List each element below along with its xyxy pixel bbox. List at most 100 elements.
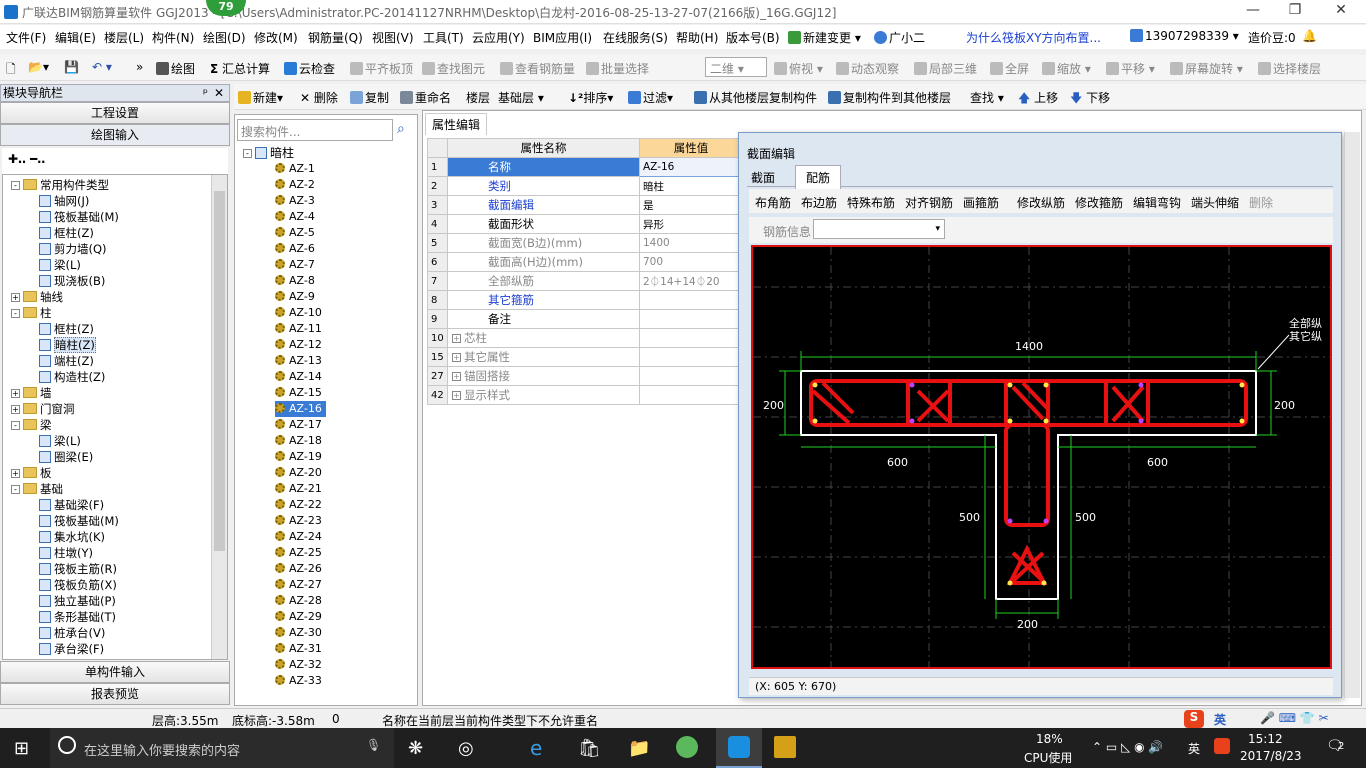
component-item[interactable]: AZ-12 xyxy=(275,337,326,353)
nav-item[interactable]: 基础梁(F) xyxy=(39,497,104,513)
component-item[interactable]: AZ-1 xyxy=(275,161,319,177)
move-down-button[interactable]: 🡇 下移 xyxy=(1070,89,1110,110)
property-row[interactable]: 27 + 锚固搭接 xyxy=(427,366,743,386)
property-value[interactable] xyxy=(639,290,743,310)
cloud-check-button[interactable]: 云检查 xyxy=(284,60,335,77)
component-item[interactable]: AZ-9 xyxy=(275,289,319,305)
section-tool-button[interactable]: 布角筋 xyxy=(755,194,791,211)
property-row[interactable]: 4 截面形状 异形 xyxy=(427,214,743,234)
nav-item[interactable]: 暗柱(Z) xyxy=(39,337,96,353)
property-value[interactable]: AZ-16 xyxy=(639,157,743,177)
app-green-icon[interactable] xyxy=(676,736,698,758)
nav-item[interactable]: 桩承台(V) xyxy=(39,625,105,641)
expand-toggle-icon[interactable]: - xyxy=(11,181,20,190)
component-item[interactable]: AZ-22 xyxy=(275,497,326,513)
component-item[interactable]: AZ-7 xyxy=(275,257,319,273)
property-row[interactable]: 1 名称 AZ-16 xyxy=(427,157,743,177)
nav-folder[interactable]: - 基础 xyxy=(11,481,63,497)
component-item[interactable]: AZ-31 xyxy=(275,641,326,657)
section-tool-button[interactable]: 删除 xyxy=(1249,194,1273,211)
property-row[interactable]: 15 + 其它属性 xyxy=(427,347,743,367)
dynamic-view-button[interactable]: 动态观察 xyxy=(836,60,899,77)
property-row[interactable]: 6 截面高(H边)(mm) 700 xyxy=(427,252,743,272)
sort-button[interactable]: ↓²排序▾ xyxy=(568,89,613,106)
menu-edit[interactable]: 编辑(E) xyxy=(55,29,96,46)
component-item[interactable]: AZ-29 xyxy=(275,609,326,625)
copy-from-floor-button[interactable]: 从其他楼层复制构件 xyxy=(694,89,817,106)
pan-button[interactable]: 平移 ▾ xyxy=(1106,60,1155,77)
open-file-icon[interactable]: 📂▾ xyxy=(28,60,49,74)
nav-item[interactable]: 条形基础(T) xyxy=(39,609,116,625)
file-explorer-icon[interactable]: 📁 xyxy=(628,738,650,759)
property-row[interactable]: 5 截面宽(B边)(mm) 1400 xyxy=(427,233,743,253)
nav-item[interactable]: 剪力墙(Q) xyxy=(39,241,107,257)
nav-item[interactable]: 轴网(J) xyxy=(39,193,89,209)
collapse-all-icon[interactable]: ━‥ xyxy=(30,152,45,166)
nav-item[interactable]: 承台梁(F) xyxy=(39,641,104,657)
ime-lang[interactable]: 英 xyxy=(1214,711,1226,728)
save-icon[interactable]: 💾 xyxy=(64,60,79,74)
nav-item[interactable]: 梁(L) xyxy=(39,257,81,273)
menu-floor[interactable]: 楼层(L) xyxy=(104,29,144,46)
component-item[interactable]: AZ-27 xyxy=(275,577,326,593)
view-rebar-button[interactable]: 查看钢筋量 xyxy=(500,60,575,77)
nav-tree-scrollbar[interactable] xyxy=(211,175,227,659)
menu-bim[interactable]: BIM应用(I) xyxy=(533,29,592,46)
component-item[interactable]: AZ-2 xyxy=(275,177,319,193)
menu-view[interactable]: 视图(V) xyxy=(372,29,414,46)
search-icon[interactable]: ⌕ xyxy=(397,121,405,137)
dialog-scrollbar[interactable] xyxy=(1344,132,1360,698)
property-value[interactable]: 2⏀14+14⏀20 xyxy=(639,271,743,291)
menu-version[interactable]: 版本号(B) xyxy=(726,29,780,46)
expand-toggle-icon[interactable]: - xyxy=(243,149,252,158)
tray-sogou-icon[interactable] xyxy=(1214,738,1230,754)
property-row[interactable]: 3 截面编辑 是 xyxy=(427,195,743,215)
section-tool-button[interactable]: 修改箍筋 xyxy=(1075,194,1123,211)
clock-date[interactable]: 2017/8/23 xyxy=(1240,749,1302,763)
expand-toggle-icon[interactable]: + xyxy=(452,391,461,400)
tab-rebar[interactable]: 配筋 xyxy=(795,165,842,189)
select-floor-button[interactable]: 选择楼层 xyxy=(1258,60,1321,77)
section-tool-button[interactable]: 画箍筋 xyxy=(963,194,999,211)
project-settings-button[interactable]: 工程设置 xyxy=(0,102,230,124)
component-item[interactable]: AZ-21 xyxy=(275,481,326,497)
menu-online[interactable]: 在线服务(S) xyxy=(603,29,668,46)
nav-folder[interactable]: + 板 xyxy=(11,465,52,481)
component-item[interactable]: AZ-4 xyxy=(275,209,319,225)
property-row[interactable]: 2 类别 暗柱 xyxy=(427,176,743,196)
property-row[interactable]: 8 其它箍筋 xyxy=(427,290,743,310)
single-component-button[interactable]: 单构件输入 xyxy=(0,661,230,683)
property-value[interactable] xyxy=(639,328,743,348)
component-item[interactable]: AZ-16 xyxy=(275,401,326,417)
nav-folder[interactable]: -柱 xyxy=(11,305,52,321)
component-item[interactable]: AZ-20 xyxy=(275,465,326,481)
report-preview-button[interactable]: 报表预览 xyxy=(0,683,230,705)
filter-button[interactable]: 过滤▾ xyxy=(628,89,673,106)
section-tool-button[interactable]: 特殊布筋 xyxy=(847,194,895,211)
expand-toggle-icon[interactable]: - xyxy=(11,421,20,430)
nav-folder[interactable]: + 轴线 xyxy=(11,289,63,305)
property-value[interactable]: 700 xyxy=(639,252,743,272)
draw-input-button[interactable]: 绘图输入 xyxy=(0,124,230,146)
property-row[interactable]: 9 备注 xyxy=(427,309,743,329)
edge-icon[interactable]: e xyxy=(530,736,542,760)
component-item[interactable]: AZ-10 xyxy=(275,305,326,321)
tab-section[interactable]: 截面 xyxy=(751,169,775,186)
clock-time[interactable]: 15:12 xyxy=(1248,732,1283,746)
close-icon[interactable]: ✕ xyxy=(214,85,224,102)
menu-assistant[interactable]: 广小二 xyxy=(874,29,925,46)
nav-item[interactable]: 构造柱(Z) xyxy=(39,369,105,385)
section-tool-button[interactable]: 布边筋 xyxy=(801,194,837,211)
section-tool-button[interactable]: 修改纵筋 xyxy=(1017,194,1065,211)
rename-button[interactable]: 重命名 xyxy=(400,89,451,106)
nav-item[interactable]: 现浇板(B) xyxy=(39,273,105,289)
property-value[interactable] xyxy=(639,347,743,367)
sum-calc-button[interactable]: Σ 汇总计算 xyxy=(210,60,270,77)
nav-item[interactable]: 梁(L) xyxy=(39,433,81,449)
nav-item[interactable]: 柱墩(Y) xyxy=(39,545,93,561)
app-chrome-icon[interactable]: ◎ xyxy=(458,738,474,759)
draw-button[interactable]: 绘图 xyxy=(156,60,195,77)
nav-item[interactable]: 圈梁(E) xyxy=(39,449,93,465)
property-value[interactable] xyxy=(639,385,743,405)
property-value[interactable]: 异形 xyxy=(639,214,743,234)
